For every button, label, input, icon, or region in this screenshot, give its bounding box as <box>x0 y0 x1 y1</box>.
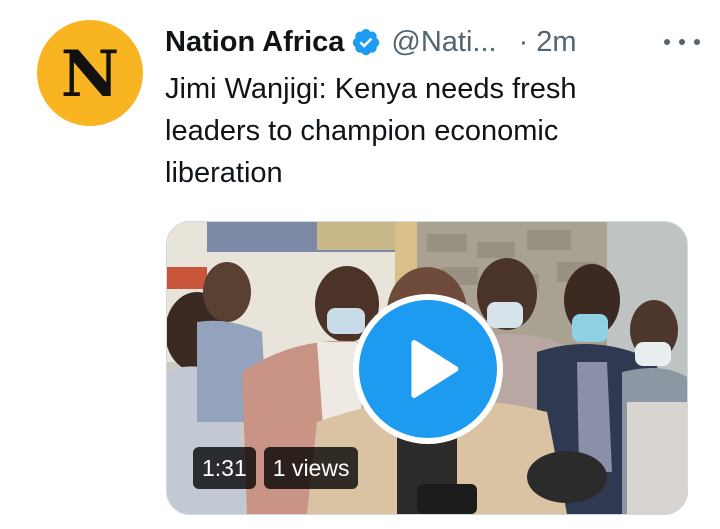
video-info-badges: 1:31 1 views <box>193 447 359 489</box>
avatar[interactable]: N <box>37 20 143 126</box>
play-icon <box>411 340 459 398</box>
separator-dot: · <box>518 25 529 58</box>
author-handle[interactable]: @Nati... <box>391 26 496 59</box>
ellipsis-icon[interactable] <box>664 28 700 56</box>
video-duration: 1:31 <box>193 447 256 489</box>
author-name[interactable]: Nation Africa <box>165 26 344 59</box>
play-button[interactable] <box>353 294 503 444</box>
video-player[interactable]: 1:31 1 views <box>166 221 688 515</box>
avatar-letter: N <box>60 37 120 112</box>
view-count: 1 views <box>263 447 359 489</box>
tweet-timestamp[interactable]: 2m <box>536 26 576 59</box>
tweet-header: Nation Africa @Nati... · 2m <box>165 22 700 62</box>
verified-badge-icon <box>353 29 380 56</box>
tweet-text: Jimi Wanjigi: Kenya needs fresh leaders … <box>165 73 577 189</box>
